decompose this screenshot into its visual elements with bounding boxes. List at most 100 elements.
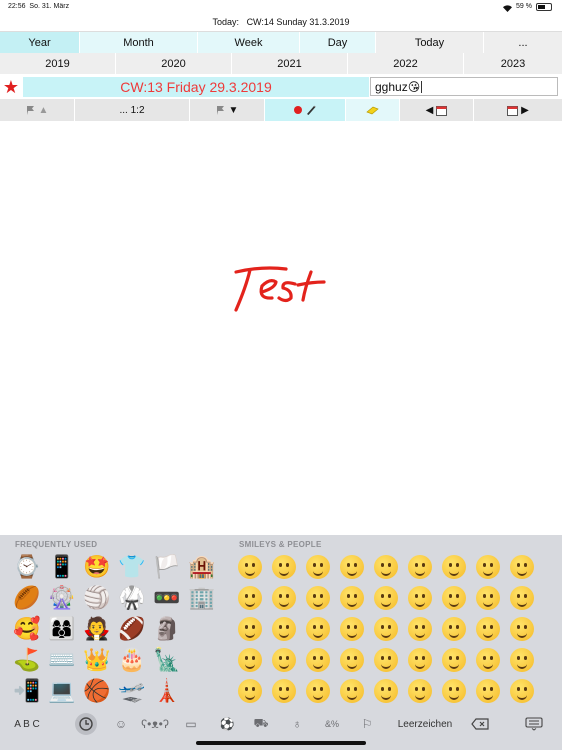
- emoji-key[interactable]: 🚥: [152, 583, 182, 613]
- smiley-emoji-key[interactable]: [507, 614, 537, 644]
- emoji-key[interactable]: 🥰: [12, 614, 42, 644]
- smiley-emoji-key[interactable]: [303, 552, 333, 582]
- calendar-prev-button[interactable]: ◀: [400, 99, 474, 121]
- objects-category[interactable]: ♁: [286, 711, 308, 737]
- smiley-emoji-key[interactable]: [303, 583, 333, 613]
- smiley-emoji-key[interactable]: [507, 552, 537, 582]
- smiley-emoji-key[interactable]: [235, 645, 265, 675]
- smiley-emoji-key[interactable]: [405, 552, 435, 582]
- pen-color-button[interactable]: [265, 99, 346, 121]
- smiley-emoji-key[interactable]: [405, 676, 435, 706]
- emoji-key[interactable]: 🤩: [82, 552, 112, 582]
- smiley-emoji-key[interactable]: [439, 614, 469, 644]
- tab-today[interactable]: Today: [376, 32, 484, 53]
- smiley-emoji-key[interactable]: [507, 583, 537, 613]
- emoji-key[interactable]: ⛳: [12, 645, 42, 675]
- delete-button[interactable]: [468, 711, 492, 737]
- smiley-emoji-key[interactable]: [337, 676, 367, 706]
- emoji-key[interactable]: 👑: [82, 645, 112, 675]
- smiley-emoji-key[interactable]: [405, 645, 435, 675]
- emoji-key[interactable]: 👩‍👩‍👦: [47, 614, 77, 644]
- year-2023[interactable]: 2023: [464, 53, 562, 74]
- emoji-key[interactable]: 🗿: [152, 614, 182, 644]
- symbols-category[interactable]: &%: [320, 711, 344, 737]
- smiley-emoji-key[interactable]: [473, 645, 503, 675]
- tab-week[interactable]: Week: [198, 32, 300, 53]
- year-2019[interactable]: 2019: [0, 53, 116, 74]
- smiley-emoji-key[interactable]: [371, 676, 401, 706]
- year-2021[interactable]: 2021: [232, 53, 348, 74]
- tab-month[interactable]: Month: [80, 32, 198, 53]
- emoji-key[interactable]: 🏳️: [152, 552, 182, 582]
- emoji-key[interactable]: 🛫: [117, 676, 147, 706]
- drawing-canvas[interactable]: [0, 122, 562, 535]
- star-icon[interactable]: ★: [0, 76, 22, 98]
- abc-button[interactable]: A B C: [12, 711, 42, 737]
- emoji-key[interactable]: 🗽: [152, 645, 182, 675]
- smiley-emoji-key[interactable]: [303, 614, 333, 644]
- smiley-emoji-key[interactable]: [371, 645, 401, 675]
- emoji-key[interactable]: 🏢: [187, 583, 217, 613]
- smiley-emoji-key[interactable]: [337, 614, 367, 644]
- smiley-emoji-key[interactable]: [439, 552, 469, 582]
- space-button[interactable]: Leerzeichen: [392, 711, 458, 737]
- emoji-key[interactable]: 🏈: [117, 614, 147, 644]
- year-2022[interactable]: 2022: [348, 53, 464, 74]
- smiley-emoji-key[interactable]: [269, 676, 299, 706]
- smiley-emoji-key[interactable]: [439, 676, 469, 706]
- emoji-key[interactable]: 📲: [12, 676, 42, 706]
- smiley-emoji-key[interactable]: [235, 614, 265, 644]
- smiley-emoji-key[interactable]: [371, 552, 401, 582]
- smiley-emoji-key[interactable]: [337, 583, 367, 613]
- emoji-key[interactable]: 📱: [47, 552, 77, 582]
- smiley-emoji-key[interactable]: [303, 676, 333, 706]
- smiley-emoji-key[interactable]: [337, 645, 367, 675]
- calendar-next-button[interactable]: ▶: [474, 99, 562, 121]
- emoji-key[interactable]: 🎂: [117, 645, 147, 675]
- emoji-key[interactable]: 🏀: [82, 676, 112, 706]
- emoji-key[interactable]: ⌨️: [47, 645, 77, 675]
- smiley-emoji-key[interactable]: [405, 614, 435, 644]
- smiley-emoji-key[interactable]: [303, 645, 333, 675]
- emoji-key[interactable]: 👕: [117, 552, 147, 582]
- emoji-key[interactable]: 🧛: [82, 614, 112, 644]
- recent-category[interactable]: [74, 711, 98, 737]
- emoji-key[interactable]: 🗼: [152, 676, 182, 706]
- smiley-emoji-key[interactable]: [473, 614, 503, 644]
- smiley-emoji-key[interactable]: [371, 583, 401, 613]
- eraser-button[interactable]: [346, 99, 400, 121]
- flags-category[interactable]: ⚐: [356, 711, 378, 737]
- note-input[interactable]: gghuz😘: [370, 77, 558, 96]
- smiley-emoji-key[interactable]: [269, 583, 299, 613]
- smiley-emoji-key[interactable]: [439, 583, 469, 613]
- smiley-emoji-key[interactable]: [507, 676, 537, 706]
- smiley-emoji-key[interactable]: [473, 676, 503, 706]
- food-category[interactable]: ▭: [180, 711, 202, 737]
- smiley-emoji-key[interactable]: [371, 614, 401, 644]
- activity-category[interactable]: ⚽: [216, 711, 238, 737]
- flag-up-button[interactable]: ▲: [0, 99, 75, 121]
- smiley-emoji-key[interactable]: [235, 552, 265, 582]
- emoji-key[interactable]: 🥋: [117, 583, 147, 613]
- smiley-emoji-key[interactable]: [337, 552, 367, 582]
- tab-day[interactable]: Day: [300, 32, 376, 53]
- smiley-emoji-key[interactable]: [473, 552, 503, 582]
- tab-more[interactable]: ...: [484, 32, 562, 53]
- tab-year[interactable]: Year: [0, 32, 80, 53]
- smiley-emoji-key[interactable]: [235, 676, 265, 706]
- smiley-emoji-key[interactable]: [507, 645, 537, 675]
- emoji-key[interactable]: 🎡: [47, 583, 77, 613]
- smiley-emoji-key[interactable]: [439, 645, 469, 675]
- today-bar[interactable]: Today: CW:14 Sunday 31.3.2019: [0, 14, 562, 31]
- flag-ratio-button[interactable]: ... 1:2: [75, 99, 190, 121]
- emoji-key[interactable]: 🏨: [187, 552, 217, 582]
- emoji-key[interactable]: ⌚: [12, 552, 42, 582]
- smiley-emoji-key[interactable]: [405, 583, 435, 613]
- smiley-emoji-key[interactable]: [269, 645, 299, 675]
- smiley-emoji-key[interactable]: [269, 614, 299, 644]
- flag-down-button[interactable]: ▼: [190, 99, 265, 121]
- emoji-key[interactable]: 🏐: [82, 583, 112, 613]
- home-indicator[interactable]: [196, 741, 366, 745]
- emoji-key[interactable]: 🏉: [12, 583, 42, 613]
- selected-date[interactable]: CW:13 Friday 29.3.2019: [23, 77, 369, 97]
